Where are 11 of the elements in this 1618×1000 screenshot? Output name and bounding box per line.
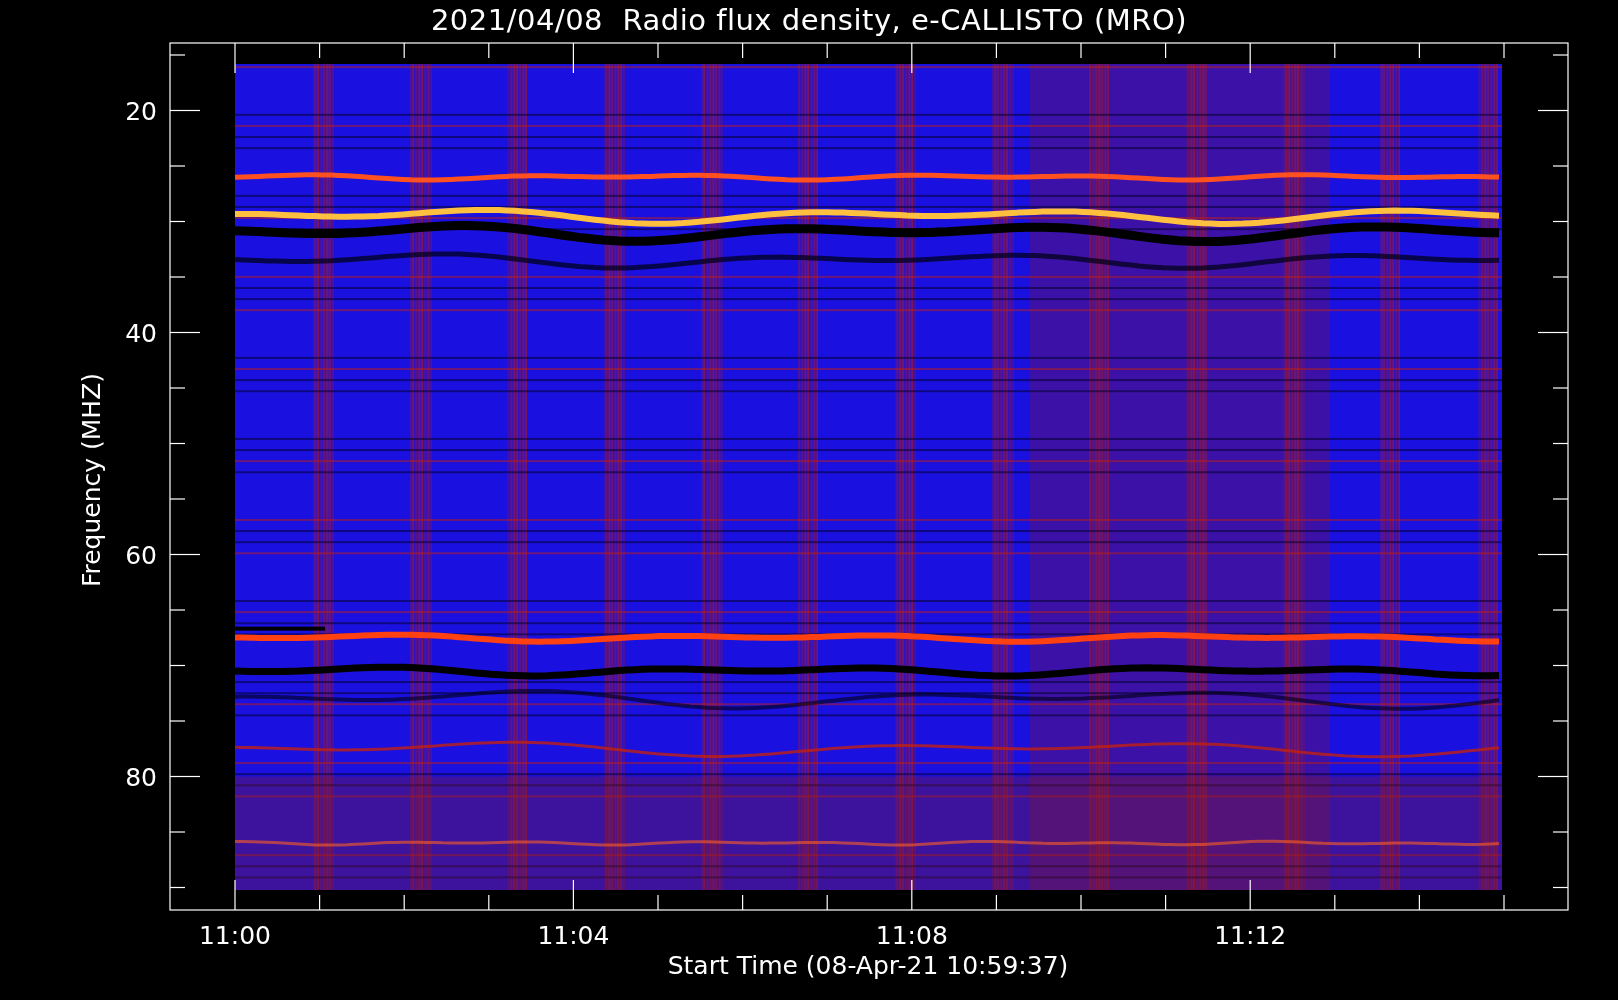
- x-tick-label: 11:08: [875, 921, 948, 950]
- y-axis-label: Frequency (MHZ): [77, 372, 106, 588]
- x-tick-label: 11:00: [199, 921, 271, 950]
- y-tick-label: 60: [125, 540, 157, 570]
- plot-title: 2021/04/08 Radio flux density, e-CALLISTO (MRO): [430, 2, 1188, 39]
- x-axis-label: Start Time (08-Apr-21 10:59:37): [667, 951, 1069, 980]
- y-tick-label: 80: [125, 762, 157, 792]
- y-tick-label: 20: [125, 96, 157, 126]
- y-tick-label: 40: [125, 318, 157, 348]
- x-tick-label: 11:04: [537, 921, 610, 950]
- x-tick-label: 11:12: [1214, 921, 1287, 950]
